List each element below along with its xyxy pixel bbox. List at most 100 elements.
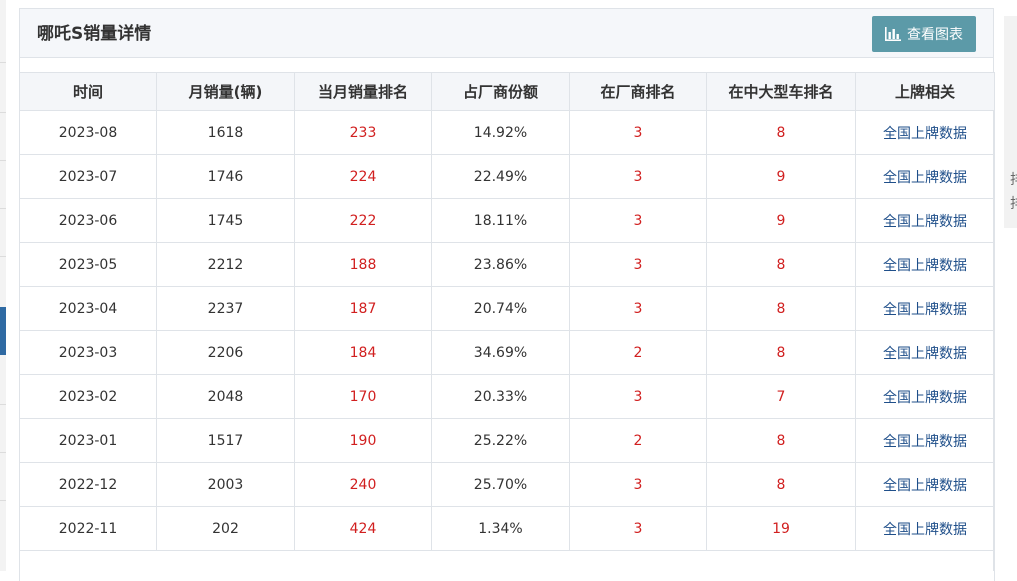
column-header-time: 时间	[19, 72, 157, 111]
cell-maker-share: 25.70%	[431, 462, 570, 507]
cell-class-rank: 8	[706, 286, 856, 331]
table-footer-row	[19, 550, 995, 581]
column-header-registration: 上牌相关	[855, 72, 995, 111]
cell-maker-rank: 3	[569, 198, 707, 243]
registration-data-link[interactable]: 全国上牌数据	[855, 330, 995, 375]
table-row: 2023-02 2048 170 20.33% 3 7 全国上牌数据	[19, 374, 995, 419]
sidebar-divider	[0, 256, 6, 257]
cell-class-rank: 8	[706, 462, 856, 507]
cell-monthly-rank: 222	[294, 198, 432, 243]
right-panel-text: 排	[1010, 172, 1017, 188]
table-row: 2023-07 1746 224 22.49% 3 9 全国上牌数据	[19, 154, 995, 199]
registration-data-link[interactable]: 全国上牌数据	[855, 418, 995, 463]
cell-maker-rank: 3	[569, 110, 707, 155]
cell-monthly-rank: 424	[294, 506, 432, 551]
column-header-class-rank: 在中大型车排名	[706, 72, 856, 111]
sidebar-divider	[0, 112, 6, 113]
sidebar-divider	[0, 160, 6, 161]
table-row: 2023-01 1517 190 25.22% 2 8 全国上牌数据	[19, 418, 995, 463]
cell-monthly-rank: 190	[294, 418, 432, 463]
cell-maker-share: 34.69%	[431, 330, 570, 375]
cell-time: 2023-03	[19, 330, 157, 375]
cell-time: 2023-08	[19, 110, 157, 155]
cell-maker-share: 20.33%	[431, 374, 570, 419]
sidebar-divider	[0, 62, 6, 63]
registration-data-link[interactable]: 全国上牌数据	[855, 374, 995, 419]
cell-class-rank: 8	[706, 418, 856, 463]
cell-time: 2023-05	[19, 242, 157, 287]
registration-data-link[interactable]: 全国上牌数据	[855, 198, 995, 243]
table-row: 2023-04 2237 187 20.74% 3 8 全国上牌数据	[19, 286, 995, 331]
registration-data-link[interactable]: 全国上牌数据	[855, 506, 995, 551]
column-header-monthly-rank: 当月销量排名	[294, 72, 432, 111]
table-row: 2023-03 2206 184 34.69% 2 8 全国上牌数据	[19, 330, 995, 375]
left-sidebar-edge	[0, 0, 6, 571]
cell-maker-share: 22.49%	[431, 154, 570, 199]
cell-maker-share: 18.11%	[431, 198, 570, 243]
cell-monthly-rank: 187	[294, 286, 432, 331]
cell-class-rank: 19	[706, 506, 856, 551]
view-chart-label: 查看图表	[907, 27, 963, 43]
cell-class-rank: 7	[706, 374, 856, 419]
cell-monthly-rank: 184	[294, 330, 432, 375]
sales-detail-panel: 哪吒S销量详情 查看图表 时间 月销量(辆) 当月销量排名 占厂商份额 在厂商排…	[19, 8, 995, 581]
table-row: 2022-11 202 424 1.34% 3 19 全国上牌数据	[19, 506, 995, 551]
cell-maker-rank: 3	[569, 506, 707, 551]
panel-header: 哪吒S销量详情 查看图表	[20, 9, 993, 58]
cell-maker-share: 25.22%	[431, 418, 570, 463]
sidebar-active-item[interactable]	[0, 307, 6, 355]
cell-maker-rank: 3	[569, 154, 707, 199]
cell-time: 2023-06	[19, 198, 157, 243]
cell-time: 2023-07	[19, 154, 157, 199]
cell-sales: 2212	[156, 242, 295, 287]
sidebar-divider	[0, 452, 6, 453]
page-title: 哪吒S销量详情	[37, 24, 152, 44]
cell-maker-rank: 3	[569, 462, 707, 507]
cell-sales: 2237	[156, 286, 295, 331]
cell-class-rank: 9	[706, 198, 856, 243]
cell-maker-rank: 3	[569, 242, 707, 287]
sidebar-divider	[0, 404, 6, 405]
cell-sales: 202	[156, 506, 295, 551]
cell-maker-rank: 2	[569, 330, 707, 375]
cell-monthly-rank: 188	[294, 242, 432, 287]
cell-maker-rank: 3	[569, 286, 707, 331]
right-side-panel: 排 排	[1004, 16, 1017, 228]
cell-time: 2022-12	[19, 462, 157, 507]
cell-sales: 1517	[156, 418, 295, 463]
cell-monthly-rank: 240	[294, 462, 432, 507]
table-footer-cell	[19, 550, 995, 581]
cell-sales: 2206	[156, 330, 295, 375]
registration-data-link[interactable]: 全国上牌数据	[855, 462, 995, 507]
cell-maker-rank: 3	[569, 374, 707, 419]
cell-sales: 2003	[156, 462, 295, 507]
table-row: 2023-08 1618 233 14.92% 3 8 全国上牌数据	[19, 110, 995, 155]
right-panel-text: 排	[1010, 196, 1017, 212]
sidebar-divider	[0, 500, 6, 501]
cell-sales: 1618	[156, 110, 295, 155]
registration-data-link[interactable]: 全国上牌数据	[855, 110, 995, 155]
registration-data-link[interactable]: 全国上牌数据	[855, 286, 995, 331]
table-row: 2023-05 2212 188 23.86% 3 8 全国上牌数据	[19, 242, 995, 287]
cell-sales: 1746	[156, 154, 295, 199]
table-header-row: 时间 月销量(辆) 当月销量排名 占厂商份额 在厂商排名 在中大型车排名 上牌相…	[19, 72, 995, 111]
cell-class-rank: 8	[706, 110, 856, 155]
cell-sales: 2048	[156, 374, 295, 419]
column-header-maker-rank: 在厂商排名	[569, 72, 707, 111]
cell-monthly-rank: 170	[294, 374, 432, 419]
cell-maker-share: 14.92%	[431, 110, 570, 155]
cell-class-rank: 8	[706, 242, 856, 287]
cell-maker-share: 20.74%	[431, 286, 570, 331]
cell-time: 2023-04	[19, 286, 157, 331]
view-chart-button[interactable]: 查看图表	[872, 16, 976, 52]
cell-class-rank: 8	[706, 330, 856, 375]
column-header-monthly-sales: 月销量(辆)	[156, 72, 295, 111]
cell-maker-rank: 2	[569, 418, 707, 463]
cell-maker-share: 23.86%	[431, 242, 570, 287]
table-row: 2022-12 2003 240 25.70% 3 8 全国上牌数据	[19, 462, 995, 507]
table-row: 2023-06 1745 222 18.11% 3 9 全国上牌数据	[19, 198, 995, 243]
cell-monthly-rank: 224	[294, 154, 432, 199]
registration-data-link[interactable]: 全国上牌数据	[855, 154, 995, 199]
registration-data-link[interactable]: 全国上牌数据	[855, 242, 995, 287]
cell-time: 2023-01	[19, 418, 157, 463]
